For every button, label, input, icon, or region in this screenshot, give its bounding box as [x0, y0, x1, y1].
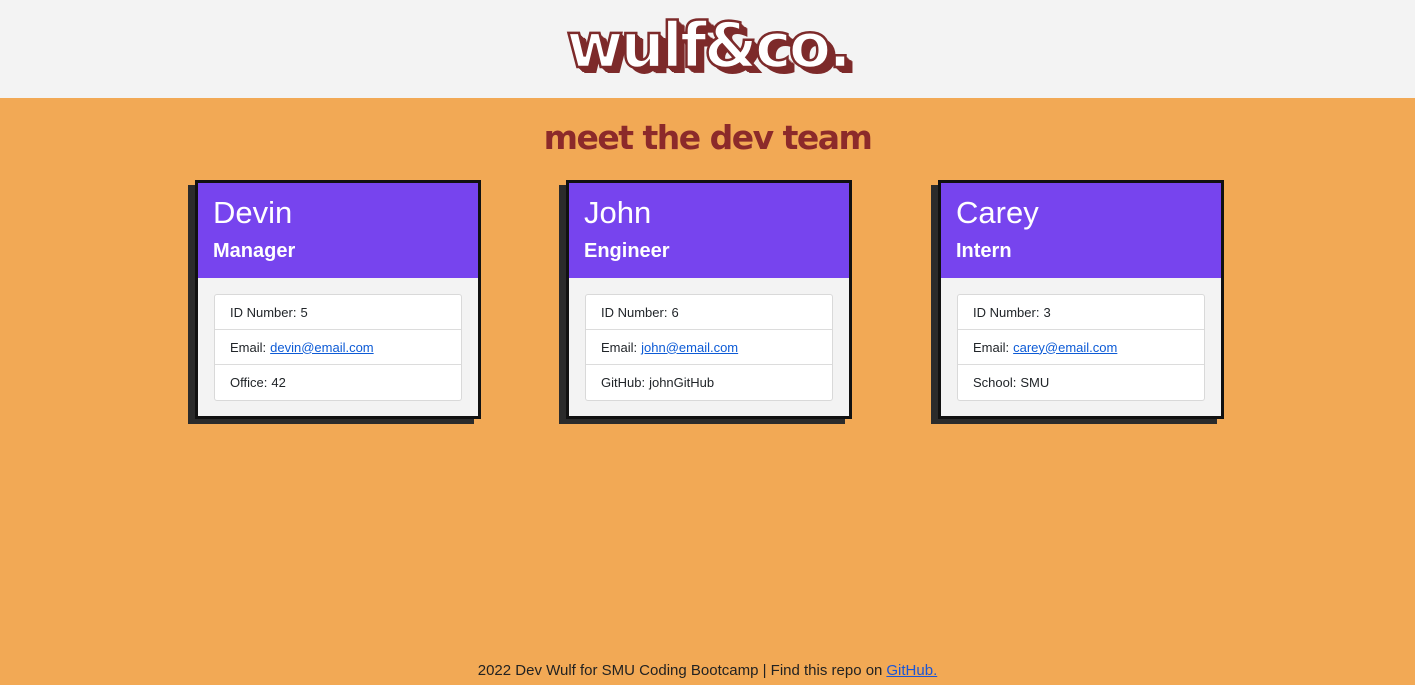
- list-item-email: Email: john@email.com: [586, 330, 832, 365]
- employee-card-engineer: John Engineer ID Number: 6 Email: john@e…: [566, 180, 852, 419]
- employee-details-list: ID Number: 3 Email: carey@email.com Scho…: [957, 294, 1205, 401]
- email-label: Email:: [601, 339, 638, 355]
- card-header: Carey Intern: [941, 183, 1221, 278]
- footer-text: 2022 Dev Wulf for SMU Coding Bootcamp | …: [477, 662, 883, 679]
- id-label: ID Number:: [601, 304, 668, 320]
- employee-name: Carey: [956, 195, 1039, 230]
- employee-card-intern: Carey Intern ID Number: 3 Email: carey@e…: [938, 180, 1224, 419]
- github-repo-link[interactable]: GitHub.: [886, 662, 937, 679]
- id-value: 5: [300, 304, 308, 320]
- employee-details-list: ID Number: 6 Email: john@email.com GitHu…: [585, 294, 833, 401]
- employee-role: Engineer: [584, 240, 670, 262]
- employee-card-manager: Devin Manager ID Number: 5 Email: devin@…: [195, 180, 481, 419]
- employee-name: Devin: [213, 195, 293, 230]
- list-item-id: ID Number: 3: [958, 295, 1204, 330]
- list-item-github: GitHub: johnGitHub: [586, 365, 832, 400]
- card-header: Devin Manager: [198, 183, 478, 278]
- office-label: Office:: [230, 375, 268, 390]
- list-item-school: School: SMU: [958, 365, 1204, 400]
- github-value: johnGitHub: [649, 375, 715, 390]
- employee-name: John: [584, 195, 652, 230]
- email-label: Email:: [973, 339, 1010, 355]
- email-link[interactable]: john@email.com: [641, 340, 738, 355]
- employee-role: Intern: [956, 240, 1012, 262]
- id-label: ID Number:: [973, 304, 1040, 320]
- card-header: John Engineer: [569, 183, 849, 278]
- email-label: Email:: [230, 339, 267, 355]
- list-item-email: Email: devin@email.com: [215, 330, 461, 365]
- list-item-office: Office: 42: [215, 365, 461, 400]
- github-label: GitHub:: [601, 375, 646, 390]
- list-item-id: ID Number: 6: [586, 295, 832, 330]
- list-item-email: Email: carey@email.com: [958, 330, 1204, 365]
- school-label: School:: [973, 375, 1017, 390]
- brand-logo: wulf&co.: [565, 9, 853, 82]
- id-value: 3: [1043, 304, 1051, 320]
- page-title: meet the dev team: [543, 118, 873, 157]
- email-link[interactable]: devin@email.com: [270, 340, 374, 355]
- page-footer: 2022 Dev Wulf for SMU Coding Bootcamp | …: [0, 661, 1415, 681]
- site-header: wulf&co.: [0, 0, 1415, 98]
- office-value: 42: [271, 375, 286, 390]
- school-value: SMU: [1020, 375, 1050, 390]
- employee-details-list: ID Number: 5 Email: devin@email.com Offi…: [214, 294, 462, 401]
- email-link[interactable]: carey@email.com: [1013, 340, 1117, 355]
- id-label: ID Number:: [230, 304, 297, 320]
- list-item-id: ID Number: 5: [215, 295, 461, 330]
- id-value: 6: [671, 304, 679, 320]
- employee-role: Manager: [213, 240, 296, 262]
